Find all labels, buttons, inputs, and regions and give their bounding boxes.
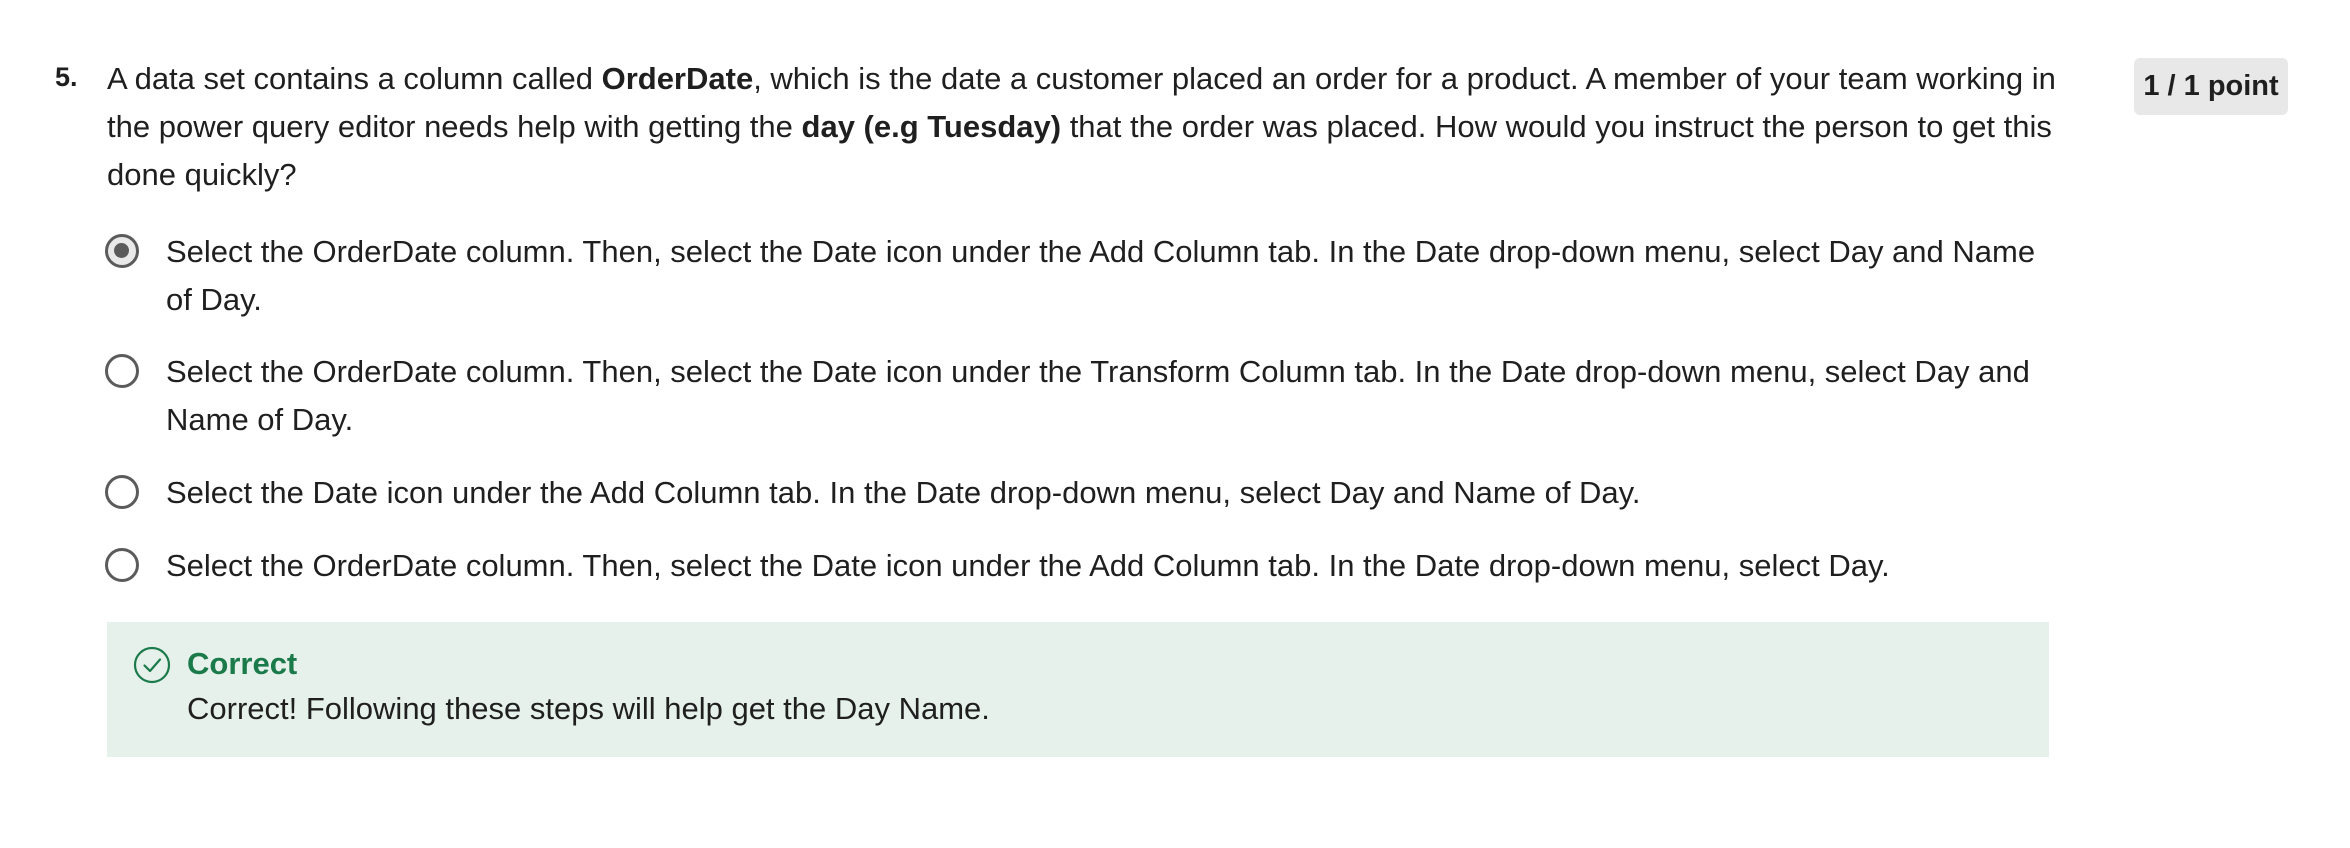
feedback-text: Correct! Following these steps will help… — [187, 691, 990, 726]
feedback-title: Correct — [187, 646, 298, 681]
answer-option-label: Select the OrderDate column. Then, selec… — [166, 234, 2036, 317]
check-circle-icon — [133, 646, 171, 684]
answer-option-label: Select the OrderDate column. Then, selec… — [166, 548, 1890, 583]
radio-button[interactable] — [105, 548, 139, 582]
answer-option-label: Select the OrderDate column. Then, selec… — [166, 354, 2030, 437]
question-text-bold: day (e.g Tuesday) — [801, 109, 1062, 144]
question-number: 5. — [55, 62, 78, 92]
answer-option-label: Select the Date icon under the Add Colum… — [166, 475, 1641, 510]
question-text: A data set contains a column called Orde… — [107, 55, 2097, 199]
feedback-panel: Correct Correct! Following these steps w… — [107, 622, 2049, 757]
points-badge: 1 / 1 point — [2134, 58, 2288, 115]
question-text-bold: OrderDate — [601, 61, 754, 96]
question-text-part: A data set contains a column called — [107, 61, 602, 96]
radio-button[interactable] — [105, 475, 139, 509]
radio-button-selected[interactable] — [105, 234, 139, 268]
radio-button[interactable] — [105, 354, 139, 388]
